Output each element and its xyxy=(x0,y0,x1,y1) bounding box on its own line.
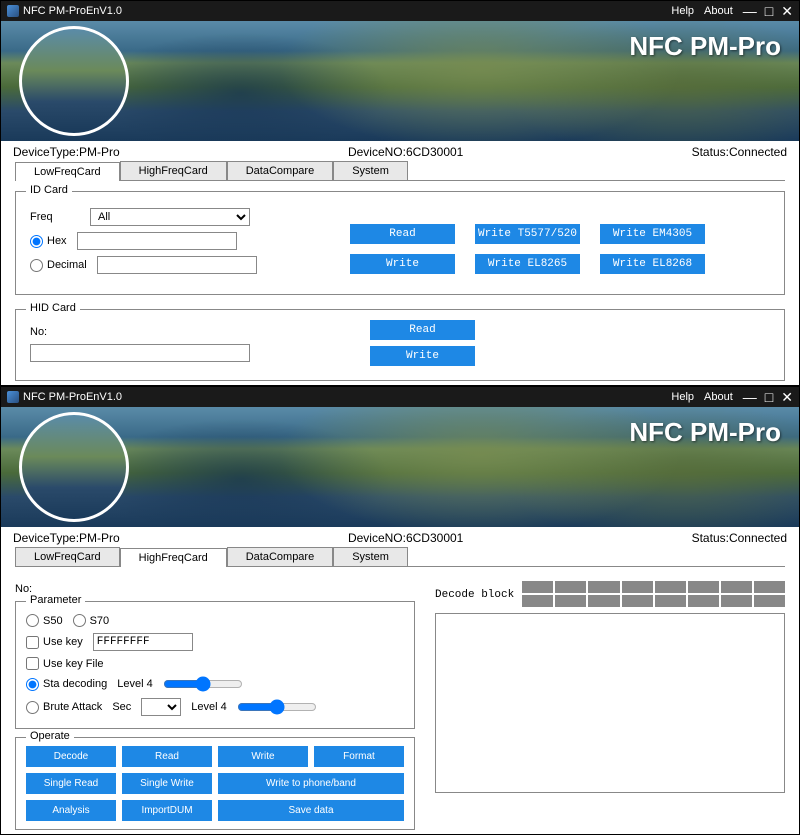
parameter-legend: Parameter xyxy=(26,594,85,606)
write-phone-button[interactable]: Write to phone/band xyxy=(218,773,404,794)
menu-about[interactable]: About xyxy=(704,5,733,17)
hf-read-button[interactable]: Read xyxy=(122,746,212,767)
use-key-file-check[interactable] xyxy=(26,657,39,670)
tab-bar-2: LowFreqCard HighFreqCard DataCompare Sys… xyxy=(15,547,785,567)
titlebar-2: NFC PM-ProEnV1.0 Help About — □ ✕ xyxy=(1,387,799,407)
status-label: Status: xyxy=(692,145,729,159)
menu-about-2[interactable]: About xyxy=(704,391,733,403)
hex-label: Hex xyxy=(47,235,67,247)
idcard-legend: ID Card xyxy=(26,184,72,196)
decimal-input[interactable] xyxy=(97,256,257,274)
sta-decoding-radio[interactable] xyxy=(26,678,39,691)
device-type: PM-Pro xyxy=(79,145,120,159)
write-em4305-button[interactable]: Write EM4305 xyxy=(600,224,705,244)
close-icon[interactable]: ✕ xyxy=(781,3,793,20)
device-no-label: DeviceNO: xyxy=(348,145,406,159)
hid-no-input[interactable] xyxy=(30,344,250,362)
idcard-group: ID Card Freq All Hex Decimal xyxy=(15,191,785,295)
sec-select[interactable] xyxy=(141,698,181,716)
decode-block-grid xyxy=(522,581,785,607)
tab-system[interactable]: System xyxy=(333,161,408,180)
banner-circle-image-2 xyxy=(19,412,129,522)
status-bar-2: DeviceType:PM-Pro DeviceNO:6CD30001 Stat… xyxy=(1,527,799,547)
tab-lowfreq[interactable]: LowFreqCard xyxy=(15,162,120,181)
banner-title: NFC PM-Pro xyxy=(629,31,781,62)
decimal-radio[interactable] xyxy=(30,259,43,272)
minimize-icon-2[interactable]: — xyxy=(743,389,757,406)
decode-block-label: Decode block xyxy=(435,589,514,601)
menu-help[interactable]: Help xyxy=(671,5,694,17)
close-icon-2[interactable]: ✕ xyxy=(781,389,793,406)
window-highfreq: NFC PM-ProEnV1.0 Help About — □ ✕ NFC PM… xyxy=(0,386,800,835)
operate-group: Operate Decode Read Write Format Single … xyxy=(15,737,415,830)
freq-select[interactable]: All xyxy=(90,208,250,226)
decimal-label: Decimal xyxy=(47,259,87,271)
device-type-label: DeviceType: xyxy=(13,145,79,159)
save-data-button[interactable]: Save data xyxy=(218,800,404,821)
tab-lowfreq-2[interactable]: LowFreqCard xyxy=(15,547,120,566)
decode-output-box xyxy=(435,613,785,793)
single-read-button[interactable]: Single Read xyxy=(26,773,116,794)
app-icon xyxy=(7,5,19,17)
hf-write-button[interactable]: Write xyxy=(218,746,308,767)
tab-datacompare[interactable]: DataCompare xyxy=(227,161,333,180)
tab-system-2[interactable]: System xyxy=(333,547,408,566)
status-bar: DeviceType:PM-Pro DeviceNO:6CD30001 Stat… xyxy=(1,141,799,161)
minimize-icon[interactable]: — xyxy=(743,3,757,20)
banner-2: NFC PM-Pro xyxy=(1,407,799,527)
format-button[interactable]: Format xyxy=(314,746,404,767)
write-t5577-button[interactable]: Write T5577/520 xyxy=(475,224,580,244)
level-slider[interactable] xyxy=(163,676,243,692)
window-lowfreq: NFC PM-ProEnV1.0 Help About — □ ✕ NFC PM… xyxy=(0,0,800,386)
decode-button[interactable]: Decode xyxy=(26,746,116,767)
hidcard-group: HID Card No: Read Write xyxy=(15,309,785,381)
s50-radio[interactable] xyxy=(26,614,39,627)
brute-level-slider[interactable] xyxy=(237,699,317,715)
menu-help-2[interactable]: Help xyxy=(671,391,694,403)
tab-highfreq[interactable]: HighFreqCard xyxy=(120,161,227,180)
write-el8265-button[interactable]: Write EL8265 xyxy=(475,254,580,274)
hid-read-button[interactable]: Read xyxy=(370,320,475,340)
hid-write-button[interactable]: Write xyxy=(370,346,475,366)
hid-no-label: No: xyxy=(30,326,47,338)
analysis-button[interactable]: Analysis xyxy=(26,800,116,821)
operate-legend: Operate xyxy=(26,730,74,742)
app-icon-2 xyxy=(7,391,19,403)
hex-radio[interactable] xyxy=(30,235,43,248)
tab-highfreq-2[interactable]: HighFreqCard xyxy=(120,548,227,567)
window-title: NFC PM-ProEnV1.0 xyxy=(23,5,122,17)
key-input[interactable] xyxy=(93,633,193,651)
banner-circle-image xyxy=(19,26,129,136)
maximize-icon-2[interactable]: □ xyxy=(765,389,773,406)
use-key-check[interactable] xyxy=(26,636,39,649)
status-value: Connected xyxy=(729,145,787,159)
tab-datacompare-2[interactable]: DataCompare xyxy=(227,547,333,566)
maximize-icon[interactable]: □ xyxy=(765,3,773,20)
import-dump-button[interactable]: ImportDUM xyxy=(122,800,212,821)
single-write-button[interactable]: Single Write xyxy=(122,773,212,794)
hex-input[interactable] xyxy=(77,232,237,250)
banner: NFC PM-Pro xyxy=(1,21,799,141)
write-el8268-button[interactable]: Write EL8268 xyxy=(600,254,705,274)
parameter-group: Parameter S50 S70 Use key Use key File S… xyxy=(15,601,415,729)
titlebar: NFC PM-ProEnV1.0 Help About — □ ✕ xyxy=(1,1,799,21)
device-no: 6CD30001 xyxy=(406,145,463,159)
freq-label: Freq xyxy=(30,211,80,223)
s70-radio[interactable] xyxy=(73,614,86,627)
hidcard-legend: HID Card xyxy=(26,302,80,314)
brute-attack-radio[interactable] xyxy=(26,701,39,714)
tab-bar: LowFreqCard HighFreqCard DataCompare Sys… xyxy=(15,161,785,181)
read-button[interactable]: Read xyxy=(350,224,455,244)
banner-title-2: NFC PM-Pro xyxy=(629,417,781,448)
window-title-2: NFC PM-ProEnV1.0 xyxy=(23,391,122,403)
write-button[interactable]: Write xyxy=(350,254,455,274)
